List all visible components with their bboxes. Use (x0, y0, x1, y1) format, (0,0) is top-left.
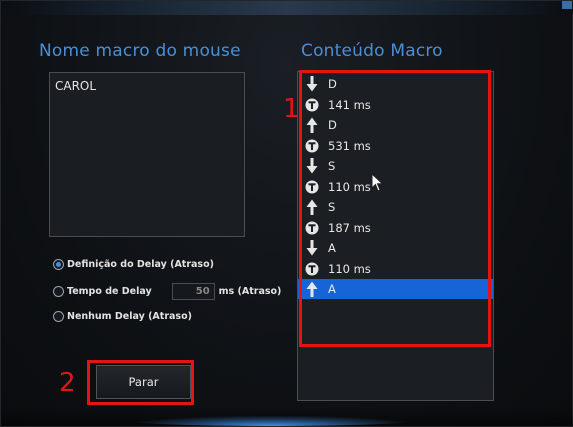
delay-option-time-label: Tempo de Delay (67, 286, 152, 297)
mouse-cursor-icon (371, 173, 384, 192)
annotation-box-1 (299, 70, 491, 347)
macro-name-item[interactable]: CAROL (55, 79, 239, 93)
annotation-label-1: 1 (283, 94, 300, 124)
annotation-box-2 (87, 360, 194, 405)
macro-editor-window: Nome macro do mouse Conteúdo Macro CAROL… (0, 0, 573, 427)
macro-content-title: Conteúdo Macro (301, 41, 443, 61)
delay-option-define-label: Definição do Delay (Atraso) (67, 259, 214, 270)
delay-option-none[interactable]: Nenhum Delay (Atraso) (53, 311, 192, 322)
radio-define[interactable] (53, 259, 64, 270)
delay-option-none-label: Nenhum Delay (Atraso) (67, 311, 192, 322)
radio-none[interactable] (53, 311, 64, 322)
macro-name-title: Nome macro do mouse (39, 41, 241, 61)
delay-option-define[interactable]: Definição do Delay (Atraso) (53, 259, 214, 270)
delay-option-time[interactable]: Tempo de Delay 50 ms (Atraso) (53, 283, 281, 300)
top-glow-bar (1, 1, 573, 15)
annotation-label-2: 2 (59, 368, 76, 398)
bottom-glow-bar (1, 406, 573, 426)
radio-time[interactable] (53, 286, 64, 297)
delay-time-input[interactable]: 50 (171, 283, 215, 300)
macro-name-list[interactable]: CAROL (49, 72, 245, 237)
window-corner-accent (562, 1, 572, 9)
delay-time-unit: ms (Atraso) (218, 286, 282, 297)
